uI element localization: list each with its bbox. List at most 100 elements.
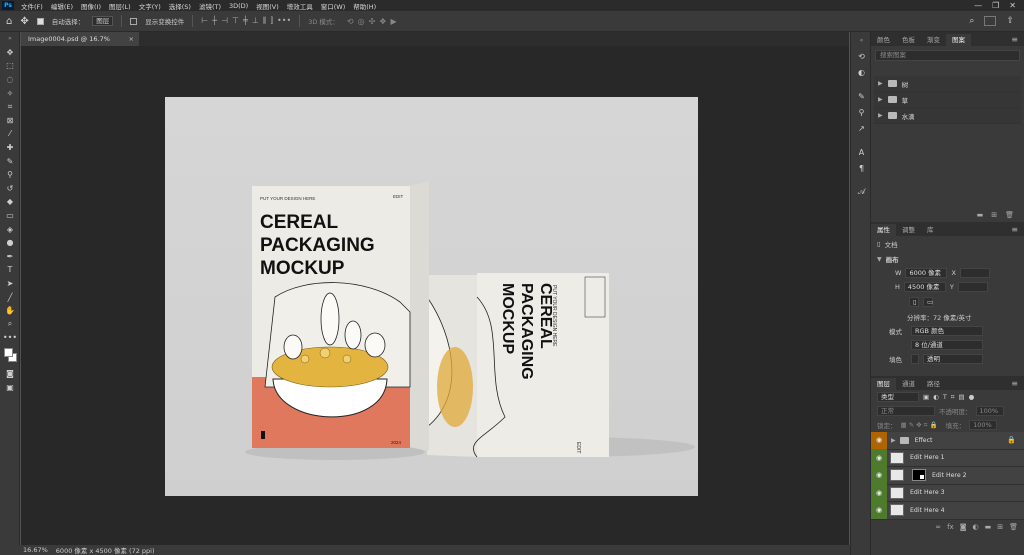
chevron-down-icon[interactable]: ▼ [877, 256, 882, 263]
delete-icon[interactable]: 🗑 [1005, 211, 1014, 219]
new-pattern-icon[interactable]: ⊞ [991, 211, 997, 219]
move-tool-icon[interactable]: ✥ [20, 16, 28, 27]
type-tool-icon[interactable]: T [0, 263, 20, 277]
menu-image[interactable]: 图像(I) [77, 1, 105, 11]
landscape-icon[interactable]: ▭ [923, 297, 933, 307]
tab-properties[interactable]: 属性 [871, 224, 896, 236]
paragraph-panel-icon[interactable]: ¶ [851, 160, 872, 176]
tab-paths[interactable]: 路径 [921, 378, 946, 390]
menu-3d[interactable]: 3D(D) [225, 2, 252, 10]
color-swatches[interactable] [0, 345, 20, 367]
layer-row[interactable]: ◉ Edit Here 2 [871, 466, 1024, 485]
new-group-icon[interactable]: ▬ [985, 523, 992, 531]
x-input[interactable] [959, 268, 990, 278]
panel-menu-icon[interactable]: ≡ [1011, 34, 1024, 46]
fill-swatch[interactable] [911, 354, 919, 364]
foreground-color-swatch[interactable] [4, 347, 13, 357]
fx-icon[interactable]: fx [947, 523, 954, 531]
3d-rotate-icon[interactable]: ⟲ [347, 17, 354, 26]
align-middle-icon[interactable]: ╪ [243, 16, 248, 26]
filter-shape-icon[interactable]: ⌗ [951, 393, 955, 402]
3d-scale-icon[interactable]: ▶ [390, 17, 396, 26]
menu-edit[interactable]: 编辑(E) [47, 1, 77, 11]
document-canvas[interactable]: PUT YOUR DESIGN HERE CEREAL PACKAGING MO… [165, 97, 698, 496]
gradient-tool-icon[interactable]: ▭ [0, 209, 20, 223]
home-icon[interactable]: ⌂ [6, 16, 12, 27]
height-input[interactable]: 4500 像素 [903, 282, 946, 292]
lasso-tool-icon[interactable]: ◌ [0, 73, 20, 87]
more-options-icon[interactable]: ••• [277, 16, 291, 26]
width-input[interactable]: 6000 像素 [905, 268, 948, 278]
share-icon[interactable]: ⇪ [1006, 16, 1014, 26]
dock-collapse-icon[interactable]: « [851, 32, 872, 48]
3d-roll-icon[interactable]: ◎ [358, 17, 365, 26]
eraser-tool-icon[interactable]: ◆ [0, 195, 20, 209]
align-right-icon[interactable]: ⊣ [221, 16, 228, 26]
menu-file[interactable]: 文件(F) [17, 1, 47, 11]
pattern-folder[interactable]: ▶ 草 [874, 92, 1021, 108]
tab-channels[interactable]: 通道 [896, 378, 921, 390]
lock-icons[interactable]: ▦ ✎ ✥ ⌗ 🔒 [901, 421, 938, 430]
depth-dropdown[interactable]: 8 位/通道 [911, 340, 983, 350]
auto-select-dropdown[interactable]: 图层 [92, 16, 114, 26]
tab-patterns[interactable]: 图案 [946, 34, 971, 46]
brush-settings-icon[interactable]: ✎ [851, 88, 872, 104]
visibility-eye-icon[interactable]: ◉ [871, 484, 887, 502]
clone-stamp-tool-icon[interactable]: ⚲ [0, 168, 20, 182]
layer-row[interactable]: ◉ Edit Here 3 [871, 484, 1024, 502]
menu-view[interactable]: 视图(V) [252, 1, 283, 11]
link-layers-icon[interactable]: ∞ [935, 523, 941, 531]
delete-layer-icon[interactable]: 🗑 [1009, 523, 1018, 531]
canvas-section[interactable]: ▼ 画布 [871, 252, 1024, 266]
chevron-right-icon[interactable]: ▶ [878, 96, 883, 103]
fill-dropdown[interactable]: 透明 [923, 354, 983, 364]
opacity-input[interactable]: 100% [975, 406, 1004, 416]
more-tools-icon[interactable]: ••• [0, 331, 20, 345]
visibility-eye-icon[interactable]: ◉ [871, 501, 887, 519]
layer-row[interactable]: ◉ Edit Here 1 [871, 449, 1024, 467]
align-top-icon[interactable]: ⊤ [232, 16, 239, 26]
character-panel-icon[interactable]: A [851, 144, 872, 160]
glyphs-panel-icon[interactable]: 𝒜 [851, 184, 872, 200]
share-panel-icon[interactable]: ↗ [851, 120, 872, 136]
chevron-right-icon[interactable]: ▶ [878, 112, 883, 119]
pattern-folder[interactable]: ▶ 树 [874, 76, 1021, 92]
maximize-button[interactable]: ❐ [992, 1, 999, 10]
menu-help[interactable]: 帮助(H) [349, 1, 380, 11]
mode-dropdown[interactable]: RGB 颜色 [911, 326, 983, 336]
pen-tool-icon[interactable]: ✒ [0, 250, 20, 264]
tab-libraries[interactable]: 库 [921, 224, 940, 236]
close-window-button[interactable]: ✕ [1009, 1, 1016, 10]
chevron-right-icon[interactable]: ▶ [891, 437, 896, 444]
menu-window[interactable]: 窗口(W) [317, 1, 350, 11]
quick-mask-icon[interactable]: ◙ [0, 367, 20, 381]
crop-tool-icon[interactable]: ⌗ [0, 100, 20, 114]
filter-adjust-icon[interactable]: ◐ [933, 393, 939, 401]
distribute-icon[interactable]: ⫼ [263, 16, 267, 26]
minimize-button[interactable]: — [974, 1, 982, 10]
menu-filter[interactable]: 滤镜(T) [195, 1, 225, 11]
document-size[interactable]: 6000 像素 x 4500 像素 (72 ppi) [56, 545, 155, 555]
fill-input[interactable]: 100% [969, 420, 998, 430]
layer-row[interactable]: ◉ Edit Here 4 [871, 501, 1024, 520]
history-panel-icon[interactable]: ⟲ [851, 48, 872, 64]
chevron-right-icon[interactable]: ▶ [878, 80, 883, 87]
menu-plugins[interactable]: 增效工具 [283, 1, 317, 11]
3d-slide-icon[interactable]: ❖ [379, 17, 386, 26]
tab-layers[interactable]: 图层 [871, 378, 896, 390]
menu-select[interactable]: 选择(S) [165, 1, 195, 11]
visibility-eye-icon[interactable]: ◉ [871, 449, 887, 467]
adjustment-layer-icon[interactable]: ◐ [973, 523, 979, 531]
zoom-tool-icon[interactable]: ⌕ [0, 317, 20, 331]
eyedropper-tool-icon[interactable]: ⁄ [0, 127, 20, 141]
screen-mode-icon[interactable]: ▣ [0, 380, 20, 394]
layer-kind-dropdown[interactable]: 类型 [877, 392, 919, 402]
adjustments-panel-icon[interactable]: ◐ [851, 64, 872, 80]
tab-adjustments[interactable]: 调整 [896, 224, 921, 236]
move-tool-icon[interactable]: ✥ [0, 46, 20, 60]
magic-wand-tool-icon[interactable]: ✧ [0, 86, 20, 100]
frame-tool-icon[interactable]: ⊠ [0, 114, 20, 128]
layer-mask-thumbnail[interactable] [912, 469, 926, 482]
show-transform-checkbox[interactable] [130, 17, 138, 25]
hand-tool-icon[interactable]: ✋ [0, 304, 20, 318]
